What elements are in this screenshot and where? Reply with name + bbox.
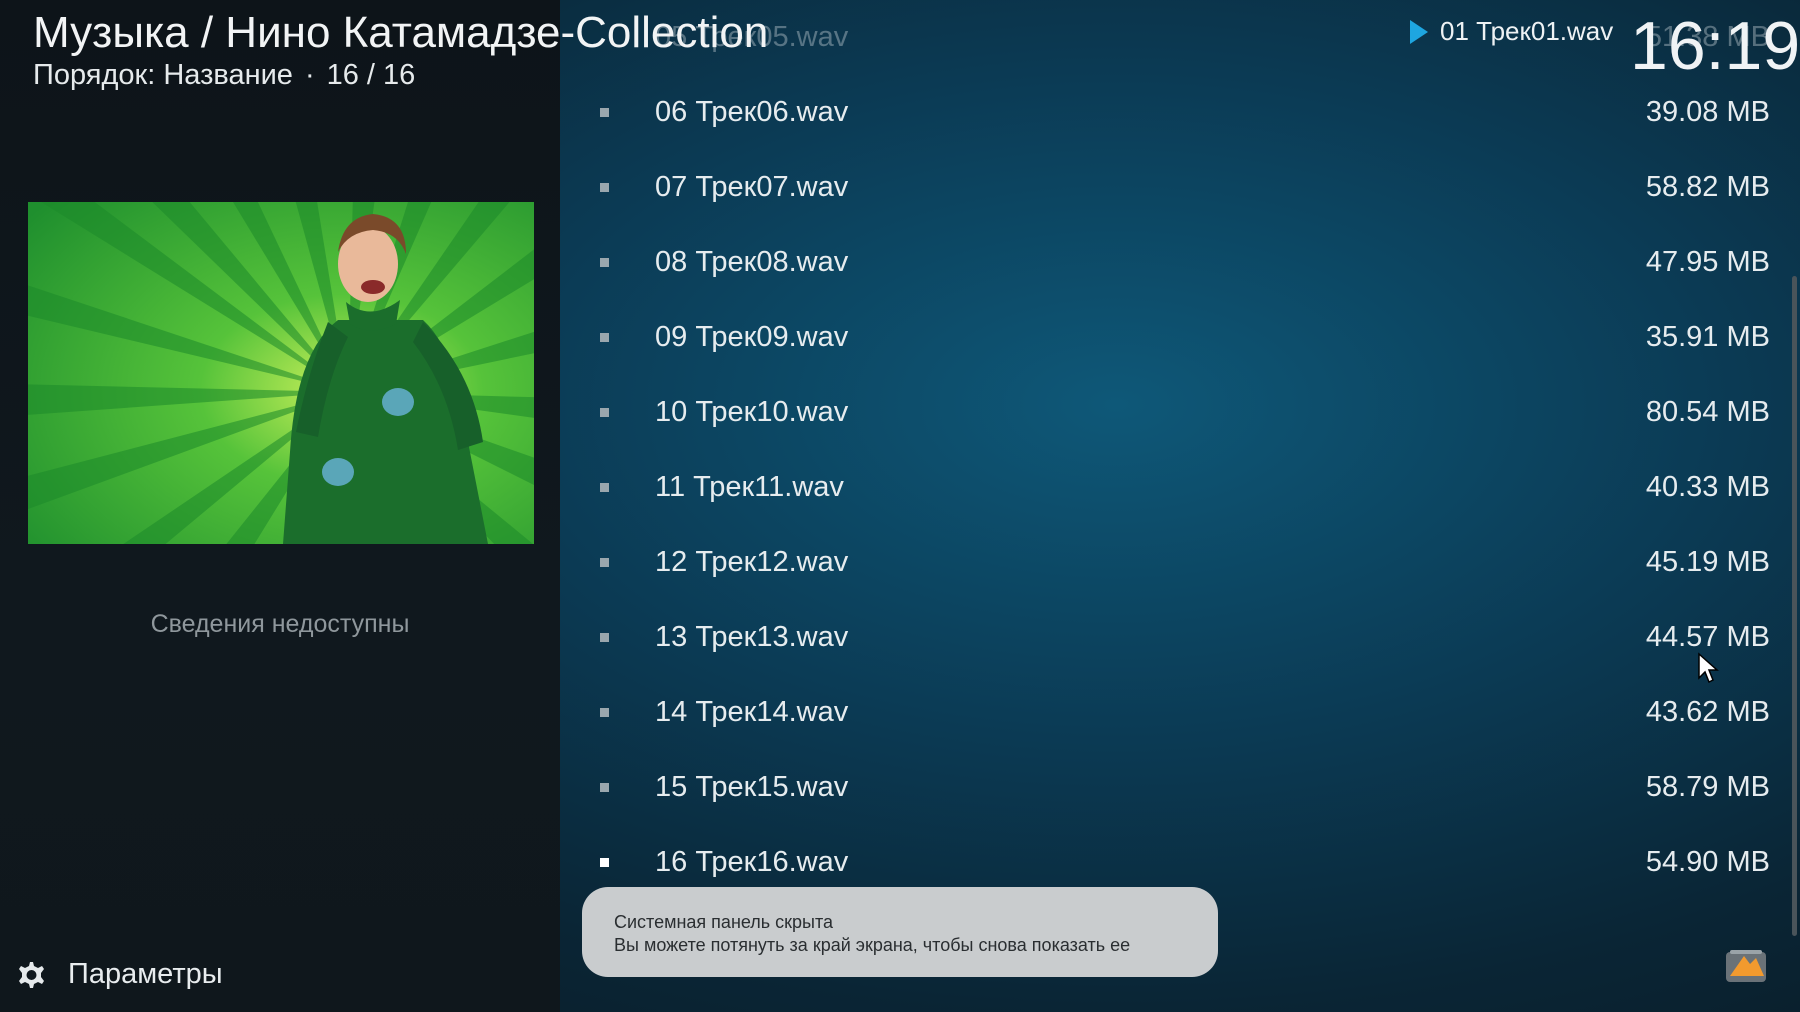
track-title: 14 Трек14.wav xyxy=(655,696,849,728)
track-title: 15 Трек15.wav xyxy=(655,771,849,803)
bullet-icon xyxy=(600,558,609,567)
mouse-cursor-icon xyxy=(1698,652,1719,684)
system-bar-toast: Системная панель скрыта Вы можете потяну… xyxy=(582,887,1218,977)
track-title: 06 Трек06.wav xyxy=(655,96,849,128)
bullet-icon xyxy=(600,183,609,192)
header: Музыка / Нино Катамадзе-Collection Поряд… xyxy=(33,8,768,92)
app-logo-icon[interactable] xyxy=(1724,946,1768,986)
track-title: 13 Трек13.wav xyxy=(655,621,849,653)
track-title: 09 Трек09.wav xyxy=(655,321,849,353)
track-size: 47.95 MB xyxy=(1645,246,1770,278)
track-size: 44.57 MB xyxy=(1645,621,1770,653)
track-row[interactable]: 12 Трек12.wav 45.19 MB xyxy=(560,525,1770,600)
info-unavailable-text: Сведения недоступны xyxy=(150,610,410,638)
track-row[interactable]: 14 Трек14.wav 43.62 MB xyxy=(560,675,1770,750)
kodi-music-screen: Сведения недоступны Параметры Музыка / Н… xyxy=(0,0,1800,1012)
clock: 16:19 xyxy=(1630,8,1800,84)
settings-label: Параметры xyxy=(68,958,223,990)
track-row[interactable]: 08 Трек08.wav 47.95 MB xyxy=(560,225,1770,300)
track-title: 08 Трек08.wav xyxy=(655,246,849,278)
track-size: 58.82 MB xyxy=(1645,171,1770,203)
separator: · xyxy=(304,59,315,91)
track-size: 54.90 MB xyxy=(1645,846,1770,878)
toast-line-2: Вы можете потянуть за край экрана, чтобы… xyxy=(614,935,1131,955)
scrollbar[interactable] xyxy=(1792,276,1797,936)
now-playing-track: 01 Трек01.wav xyxy=(1440,16,1614,46)
track-title: 10 Трек10.wav xyxy=(655,396,849,428)
track-size: 39.08 MB xyxy=(1645,96,1770,128)
track-row[interactable]: 07 Трек07.wav 58.82 MB xyxy=(560,150,1770,225)
track-row[interactable]: 11 Трек11.wav 40.33 MB xyxy=(560,450,1770,525)
bullet-icon xyxy=(600,258,609,267)
track-title: 16 Трек16.wav xyxy=(655,846,849,878)
track-title: 12 Трек12.wav xyxy=(655,546,849,578)
track-size: 58.79 MB xyxy=(1645,771,1770,803)
bullet-icon xyxy=(600,633,609,642)
track-size: 40.33 MB xyxy=(1645,471,1770,503)
track-row[interactable]: 10 Трек10.wav 80.54 MB xyxy=(560,375,1770,450)
track-row[interactable]: 13 Трек13.wav 44.57 MB xyxy=(560,600,1770,675)
bullet-icon xyxy=(600,858,609,867)
track-size: 43.62 MB xyxy=(1645,696,1770,728)
track-size: 45.19 MB xyxy=(1645,546,1770,578)
toast-line-1: Системная панель скрыта xyxy=(614,912,834,932)
album-artwork xyxy=(28,202,534,544)
page-title: Музыка / Нино Катамадзе-Collection xyxy=(33,8,769,57)
bullet-icon xyxy=(600,783,609,792)
gear-icon xyxy=(19,961,44,988)
sort-info: Порядок: Название · 16 / 16 xyxy=(33,58,768,92)
bullet-icon xyxy=(600,408,609,417)
track-size: 80.54 MB xyxy=(1645,396,1770,428)
settings-button[interactable]: Параметры xyxy=(14,958,223,991)
track-title: 11 Трек11.wav xyxy=(655,471,844,503)
track-list: 05 Трек05.wav 51.38 MB 06 Трек06.wav 39.… xyxy=(560,0,1790,1012)
track-title: 07 Трек07.wav xyxy=(655,171,849,203)
now-playing[interactable]: 01 Трек01.wav xyxy=(1410,16,1613,47)
bullet-icon xyxy=(600,708,609,717)
sort-order[interactable]: Порядок: Название xyxy=(33,59,293,91)
track-row[interactable]: 09 Трек09.wav 35.91 MB xyxy=(560,300,1770,375)
item-count: 16 / 16 xyxy=(326,59,416,91)
play-icon xyxy=(1410,19,1428,44)
bullet-icon xyxy=(600,483,609,492)
info-panel: Сведения недоступны Параметры xyxy=(0,0,560,1012)
track-size: 35.91 MB xyxy=(1645,321,1770,353)
bullet-icon xyxy=(600,108,609,117)
bullet-icon xyxy=(600,333,609,342)
track-row[interactable]: 15 Трек15.wav 58.79 MB xyxy=(560,750,1770,825)
